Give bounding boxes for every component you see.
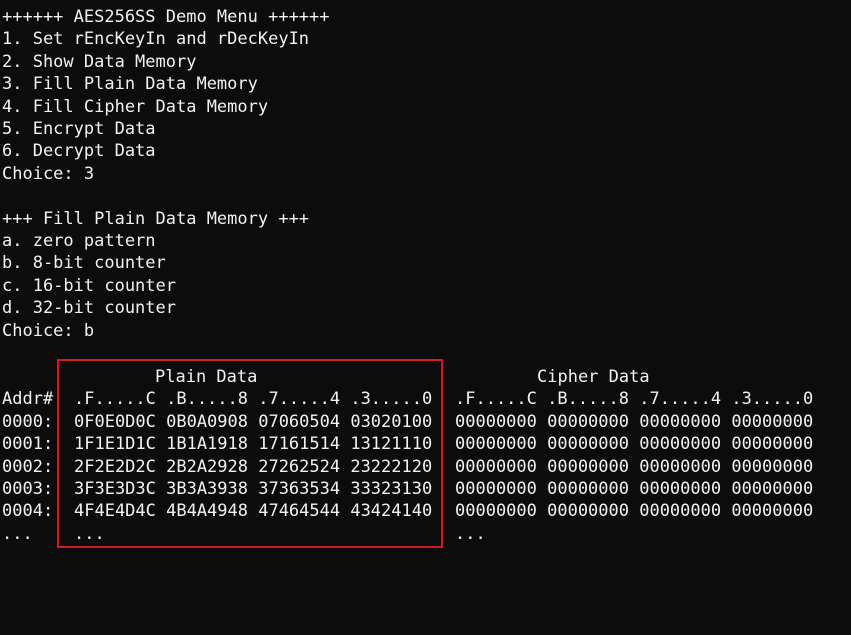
- row-addr: 0001:: [2, 434, 54, 455]
- cipher-data-title: Cipher Data: [537, 367, 650, 387]
- submenu-title: +++ Fill Plain Data Memory +++: [2, 208, 310, 229]
- plain-data-highlight-box: [57, 359, 443, 548]
- row-cipher-data: 00000000 00000000 00000000 00000000: [455, 456, 814, 477]
- submenu-item-zero: a. zero pattern: [2, 231, 156, 251]
- row-cipher-data: 00000000 00000000 00000000 00000000: [455, 501, 814, 522]
- menu-item-set-keys: 1. Set rEncKeyIn and rDecKeyIn: [2, 29, 310, 50]
- row-cipher-data: 00000000 00000000 00000000 00000000: [455, 479, 814, 499]
- submenu-item-32bit: d. 32-bit counter: [2, 298, 176, 319]
- menu-choice: Choice: 3: [2, 163, 95, 184]
- cipher-columns-header: .F.....C .B.....8 .7.....4 .3.....0: [455, 389, 814, 410]
- menu-item-encrypt: 5. Encrypt Data: [2, 119, 156, 139]
- console-window[interactable]: ++++++ AES256SS Demo Menu ++++++ 1. Set …: [0, 0, 851, 560]
- row-addr: 0002:: [2, 456, 54, 477]
- menu-item-show-memory: 2. Show Data Memory: [2, 51, 197, 72]
- submenu-item-16bit: c. 16-bit counter: [2, 275, 176, 296]
- row-addr: 0004:: [2, 501, 54, 522]
- menu-item-fill-cipher: 4. Fill Cipher Data Memory: [2, 96, 269, 117]
- menu-item-decrypt: 6. Decrypt Data: [2, 141, 156, 162]
- row-addr: 0003:: [2, 479, 54, 499]
- row-cipher-data: 00000000 00000000 00000000 00000000: [455, 411, 814, 432]
- menu-title: ++++++ AES256SS Demo Menu ++++++: [2, 7, 330, 27]
- row-addr: 0000:: [2, 411, 54, 432]
- ellipsis-cipher: ...: [455, 523, 486, 544]
- ellipsis-addr: ...: [2, 523, 33, 544]
- submenu-item-8bit: b. 8-bit counter: [2, 253, 166, 274]
- row-cipher-data: 00000000 00000000 00000000 00000000: [455, 434, 814, 455]
- menu-item-fill-plain: 3. Fill Plain Data Memory: [2, 74, 258, 95]
- submenu-choice: Choice: b: [2, 320, 95, 341]
- addr-header: Addr#: [2, 389, 54, 410]
